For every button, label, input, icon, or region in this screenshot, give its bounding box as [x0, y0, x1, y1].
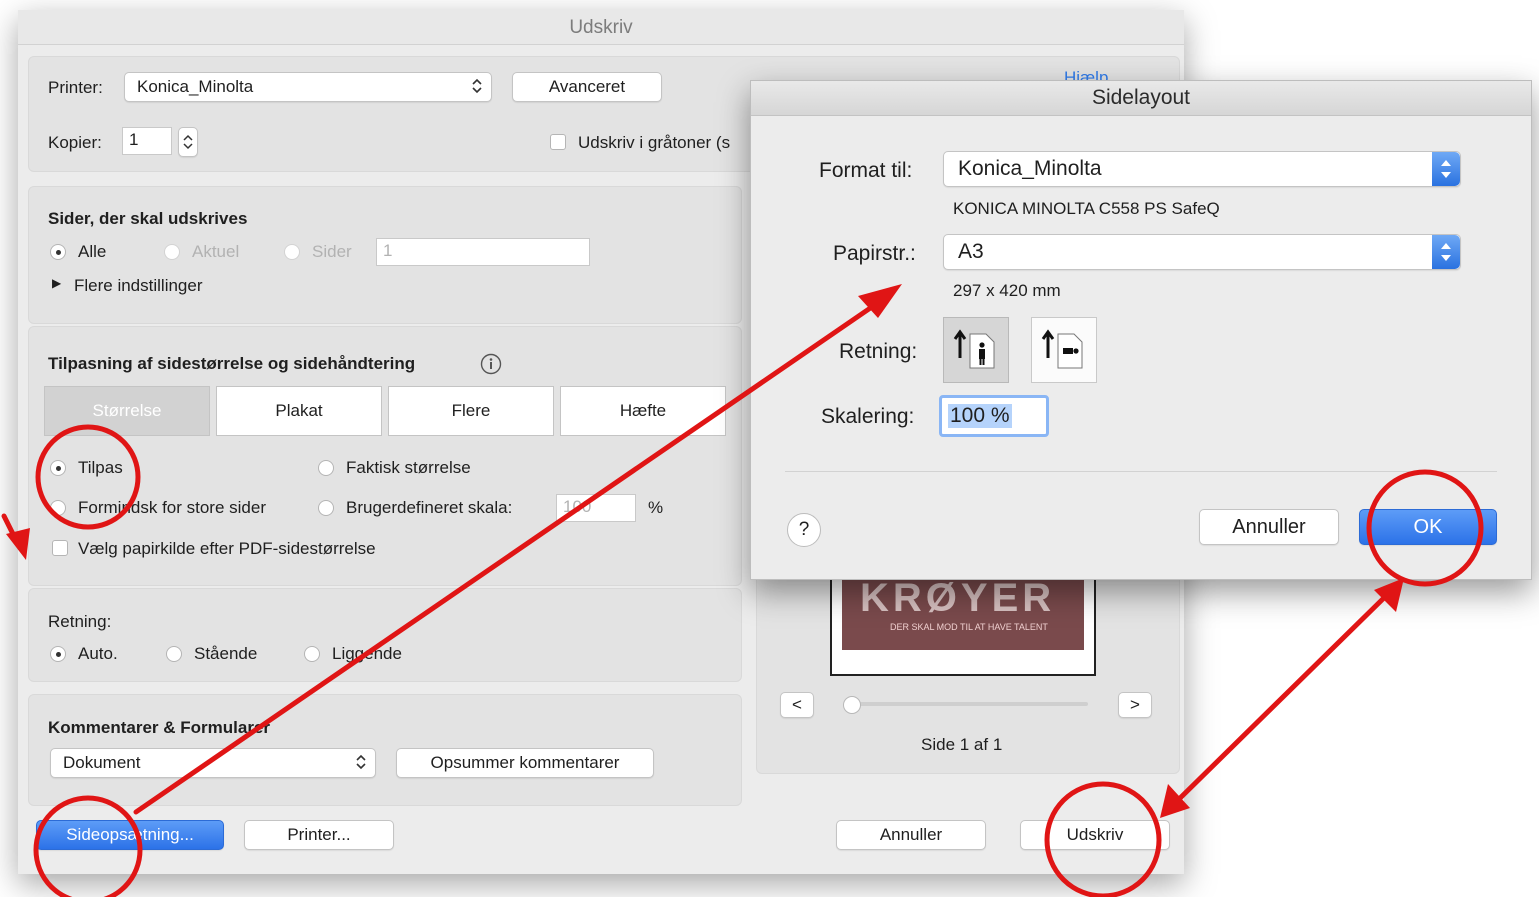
comments-select-value: Dokument	[63, 753, 141, 772]
orientation-portrait-radio[interactable]	[166, 646, 182, 662]
print-button[interactable]: Udskriv	[1020, 820, 1170, 850]
copies-stepper[interactable]	[178, 127, 198, 157]
grayscale-checkbox[interactable]	[550, 134, 566, 150]
poster-image: KRØYER DER SKAL MOD TIL AT HAVE TALENT	[842, 572, 1084, 650]
format-select-value: Konica_Minolta	[958, 157, 1102, 180]
custom-scale-field[interactable]: 100	[556, 494, 636, 522]
disclosure-triangle-icon[interactable]: ▶	[52, 276, 61, 290]
page-preview: KRØYER DER SKAL MOD TIL AT HAVE TALENT	[830, 570, 1096, 676]
shrink-radio[interactable]	[50, 500, 66, 516]
help-button[interactable]: ?	[787, 513, 821, 547]
poster-title: KRØYER	[860, 576, 1056, 620]
fit-radio[interactable]	[50, 460, 66, 476]
page-slider-knob[interactable]	[843, 696, 861, 714]
page-setup-button[interactable]: Sideopsætning...	[36, 820, 224, 850]
format-label: Format til:	[819, 159, 913, 182]
pages-range-label: Sider	[312, 242, 352, 261]
sheet-title: Sidelayout	[751, 81, 1531, 116]
pages-range-radio[interactable]	[284, 244, 300, 260]
next-page-button[interactable]: >	[1118, 692, 1152, 718]
arrowhead-icon	[1374, 578, 1404, 612]
orientation-portrait-label: Stående	[194, 644, 258, 663]
printer-select-value: Konica_Minolta	[137, 77, 254, 96]
format-select[interactable]: Konica_Minolta	[943, 151, 1461, 187]
orientation-auto-label: Auto.	[78, 644, 118, 663]
paper-size-value: A3	[958, 240, 984, 263]
more-settings-link[interactable]: Flere indstillinger	[74, 276, 203, 296]
pages-range-field[interactable]: 1	[376, 238, 590, 266]
paper-size-select[interactable]: A3	[943, 234, 1461, 270]
help-link[interactable]: Hjælp	[1064, 68, 1108, 80]
summarize-comments-button[interactable]: Opsummer kommentarer	[396, 748, 654, 778]
tab-size[interactable]: Størrelse	[44, 386, 210, 436]
page-indicator: Side 1 af 1	[921, 735, 1003, 754]
divider	[785, 471, 1497, 472]
tab-multiple[interactable]: Flere	[388, 386, 554, 436]
pages-title: Sider, der skal udskrives	[48, 209, 248, 228]
actual-size-label: Faktisk størrelse	[346, 458, 471, 477]
portrait-icon	[953, 329, 995, 369]
portrait-orientation-button[interactable]	[943, 317, 1009, 383]
copies-field[interactable]: 1	[122, 127, 172, 155]
sheet-ok-button[interactable]: OK	[1359, 509, 1497, 545]
orientation-title: Retning:	[48, 612, 112, 631]
paper-size-label: Papirstr.:	[833, 242, 916, 265]
window-title: Udskriv	[18, 10, 1184, 45]
shrink-label: Formindsk for store sider	[78, 498, 266, 517]
fit-label: Tilpas	[78, 458, 123, 477]
cancel-button[interactable]: Annuller	[836, 820, 986, 850]
orientation-landscape-radio[interactable]	[304, 646, 320, 662]
tab-booklet[interactable]: Hæfte	[560, 386, 726, 436]
updown-icon	[472, 78, 482, 94]
grayscale-label: Udskriv i gråtoner (s	[578, 133, 731, 152]
sizing-title: Tilpasning af sidestørrelse og sidehåndt…	[48, 354, 416, 373]
paper-source-checkbox[interactable]	[52, 540, 68, 556]
paper-source-label: Vælg papirkilde efter PDF-sidestørrelse	[78, 539, 376, 558]
updown-icon	[356, 754, 366, 770]
format-description: KONICA MINOLTA C558 PS SafeQ	[953, 199, 1220, 218]
custom-scale-label: Brugerdefineret skala:	[346, 498, 513, 517]
printer-button[interactable]: Printer...	[244, 820, 394, 850]
custom-scale-radio[interactable]	[318, 500, 334, 516]
tab-poster[interactable]: Plakat	[216, 386, 382, 436]
pages-current-radio[interactable]	[164, 244, 180, 260]
scale-field[interactable]: 100 %	[939, 395, 1049, 437]
popup-arrows-icon	[1432, 235, 1460, 269]
orientation-landscape-label: Liggende	[332, 644, 402, 663]
poster-tagline: DER SKAL MOD TIL AT HAVE TALENT	[890, 622, 1048, 632]
paper-size-description: 297 x 420 mm	[953, 281, 1061, 300]
pages-current-label: Aktuel	[192, 242, 240, 261]
pages-all-label: Alle	[78, 242, 107, 261]
printer-label: Printer:	[48, 78, 103, 97]
stepper-icon	[183, 134, 193, 150]
scale-label: Skalering:	[821, 405, 915, 428]
orientation-auto-radio[interactable]	[50, 646, 66, 662]
advanced-button[interactable]: Avanceret	[512, 72, 662, 102]
popup-arrows-icon	[1432, 152, 1460, 186]
orientation-label: Retning:	[839, 340, 918, 363]
pages-all-radio[interactable]	[50, 244, 66, 260]
orientation-group	[28, 588, 742, 682]
scale-value: 100 %	[948, 404, 1012, 428]
arrow-to-print-button	[1169, 587, 1395, 809]
comments-title: Kommentarer & Formularer	[48, 718, 271, 737]
page-slider-track[interactable]	[848, 702, 1088, 706]
info-icon[interactable]	[480, 353, 502, 375]
page-layout-dialog: Sidelayout Format til: Konica_Minolta KO…	[750, 80, 1532, 580]
prev-page-button[interactable]: <	[780, 692, 814, 718]
printer-select[interactable]: Konica_Minolta	[124, 72, 492, 102]
comments-select[interactable]: Dokument	[50, 748, 376, 778]
sheet-cancel-button[interactable]: Annuller	[1199, 509, 1339, 545]
landscape-icon	[1041, 329, 1083, 369]
actual-size-radio[interactable]	[318, 460, 334, 476]
copies-label: Kopier:	[48, 133, 102, 152]
percent-label: %	[648, 498, 664, 517]
landscape-orientation-button[interactable]	[1031, 317, 1097, 383]
